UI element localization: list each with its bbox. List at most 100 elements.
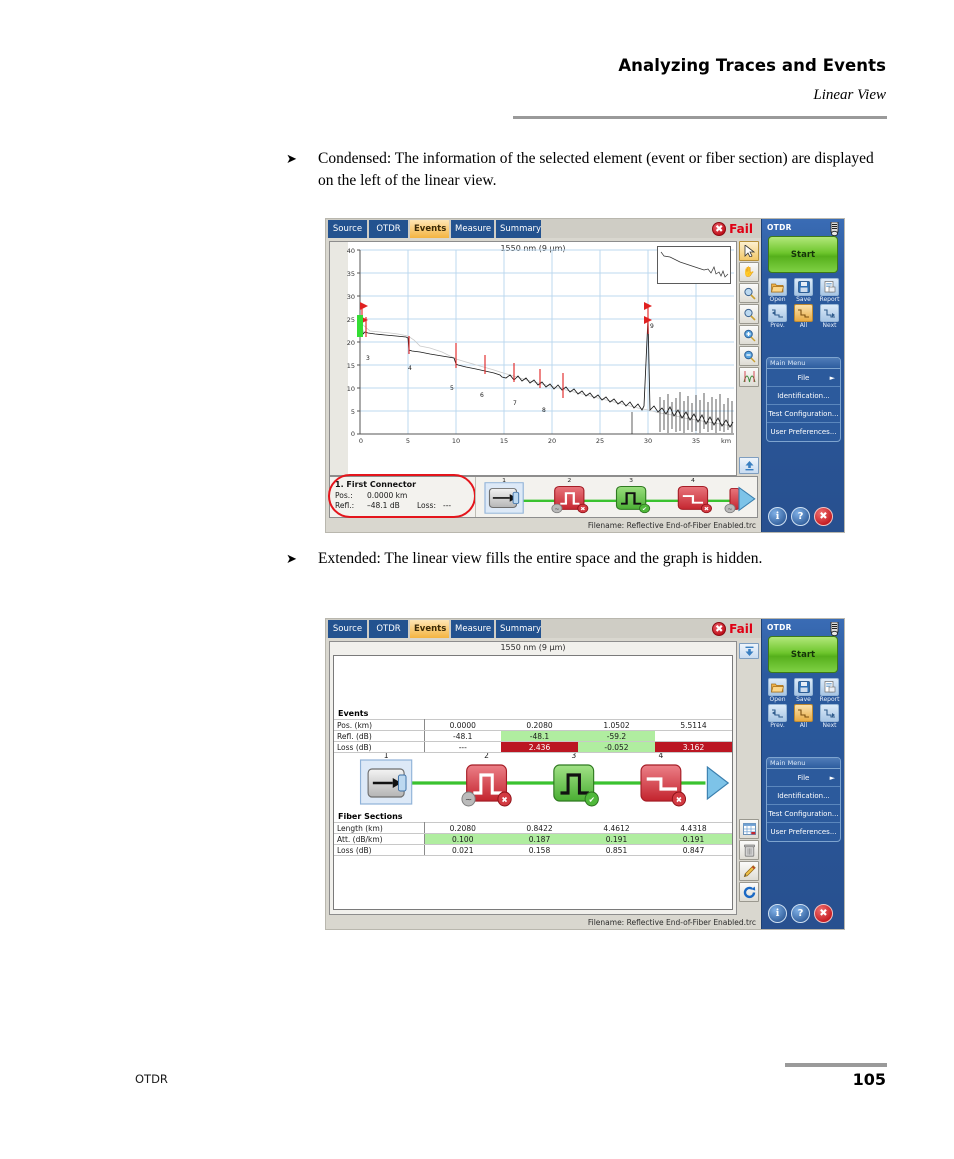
row-label-section-loss: Loss (dB) (334, 844, 425, 856)
tab-summary[interactable]: Summary (496, 620, 542, 638)
menu-item-test-configuration[interactable]: Test Configuration... (767, 805, 840, 823)
start-button[interactable]: Start (768, 236, 838, 273)
all-traces-button[interactable]: All (792, 304, 815, 329)
row-label-loss: Loss (dB) (334, 741, 425, 753)
report-button[interactable]: Report (818, 278, 841, 303)
x-circle-icon: ✖ (712, 222, 727, 236)
prev-trace-button[interactable]: Prev. (766, 304, 789, 329)
svg-text:✖: ✖ (704, 507, 709, 512)
delete-trash-icon[interactable] (739, 840, 759, 860)
markers-icon[interactable] (739, 367, 759, 387)
svg-text:5: 5 (406, 437, 410, 445)
all-label: All (799, 722, 808, 729)
report-doc-icon (820, 278, 839, 296)
zoom-in-icon[interactable] (739, 325, 759, 345)
cell-att-2: 0.187 (501, 833, 578, 845)
svg-text:0: 0 (359, 437, 363, 445)
selected-event-info: 1. First Connector Pos.: 0.0000 km Refl.… (328, 474, 476, 518)
svg-text:6: 6 (480, 392, 484, 399)
tab-source[interactable]: Source (328, 620, 368, 638)
paragraph-text: Extended: The linear view fills the enti… (318, 550, 763, 567)
tab-summary[interactable]: Summary (496, 220, 542, 238)
trace-minimap[interactable] (657, 246, 731, 284)
collapse-down-icon[interactable] (739, 643, 759, 659)
svg-text:8: 8 (542, 407, 546, 414)
row-label-reflectance: Refl. (dB) (334, 730, 425, 742)
save-button[interactable]: Save (792, 678, 815, 703)
linear-view-extended: 1550 nm (9 µm) Events Pos. (km) 0.0000 0… (329, 641, 737, 915)
svg-text:2: 2 (567, 478, 571, 483)
menu-item-identification[interactable]: Identification... (767, 387, 840, 405)
menu-item-test-configuration[interactable]: Test Configuration... (767, 405, 840, 423)
cell-pos-3: 1.0502 (578, 719, 655, 731)
info-button[interactable]: ℹ (768, 507, 787, 526)
report-label: Report (819, 696, 840, 703)
tab-otdr[interactable]: OTDR (369, 620, 409, 638)
menu-item-file[interactable]: File ► (767, 769, 840, 787)
start-button[interactable]: Start (768, 636, 838, 673)
open-button[interactable]: Open (766, 678, 789, 703)
footer-product-name: OTDR (135, 1072, 168, 1086)
otdr-trace-graph[interactable]: 1550 nm (9 µm) 40 35 30 25 20 15 10 5 0 … (329, 241, 737, 476)
open-button[interactable]: Open (766, 278, 789, 303)
menu-item-file[interactable]: File ► (767, 369, 840, 387)
prev-trace-icon (768, 304, 787, 322)
svg-text:0: 0 (351, 430, 355, 438)
event-chain-condensed[interactable]: 1 ~ ✖ 2 ✔ 3 ✖ 4 ~ (475, 477, 757, 517)
exit-button[interactable]: ✖ (814, 507, 833, 526)
report-button[interactable]: Report (818, 678, 841, 703)
main-menu-panel: Main Menu File ► Identification... Test … (766, 757, 841, 842)
svg-text:15: 15 (500, 437, 508, 445)
sidebar-icon-grid: Open Save Report Prev. All Next (766, 678, 841, 730)
svg-text:~: ~ (554, 507, 559, 512)
menu-item-file-label: File (797, 774, 810, 782)
pan-hand-icon[interactable]: ✋ (739, 262, 759, 282)
filename-status: Filename: Reflective End-of-Fiber Enable… (587, 918, 756, 927)
zoom-out-icon[interactable] (739, 346, 759, 366)
otdr-sidebar: OTDR Start Open Save Report Prev. All Ne… (761, 619, 844, 929)
menu-item-user-preferences[interactable]: User Preferences... (767, 823, 840, 841)
header-divider (513, 116, 887, 119)
status-badge: ✖ Fail (712, 220, 753, 238)
save-button[interactable]: Save (792, 278, 815, 303)
prev-trace-button[interactable]: Prev. (766, 704, 789, 729)
sidebar-title: OTDR (767, 623, 792, 632)
tab-events[interactable]: Events (410, 220, 450, 238)
wavelength-label: 1550 nm (9 µm) (500, 643, 566, 652)
help-button[interactable]: ? (791, 507, 810, 526)
row-label-length: Length (km) (334, 822, 425, 834)
help-button[interactable]: ? (791, 904, 810, 923)
tab-otdr[interactable]: OTDR (369, 220, 409, 238)
next-trace-button[interactable]: Next (818, 304, 841, 329)
save-label: Save (796, 696, 811, 703)
zoom-full-icon[interactable] (739, 304, 759, 324)
tab-source[interactable]: Source (328, 220, 368, 238)
event-chain-extended[interactable]: 1 ~ ✖ 2 ✔ 3 ✖ 4 (334, 751, 732, 811)
cell-refl-1: -48.1 (424, 730, 501, 742)
next-trace-icon (820, 304, 839, 322)
menu-item-user-preferences[interactable]: User Preferences... (767, 423, 840, 441)
exit-button[interactable]: ✖ (814, 904, 833, 923)
menu-item-identification[interactable]: Identification... (767, 787, 840, 805)
page-subtitle: Linear View (813, 87, 886, 103)
info-button[interactable]: ℹ (768, 904, 787, 923)
tab-events[interactable]: Events (410, 620, 450, 638)
svg-text:km: km (721, 437, 731, 445)
sidebar-icon-row-2: Prev. All Next (766, 304, 841, 329)
linear-view-strip: 1. First Connector Pos.: 0.0000 km Refl.… (328, 474, 758, 518)
next-trace-button[interactable]: Next (818, 704, 841, 729)
loss-value: --- (443, 501, 452, 510)
tab-measure[interactable]: Measure (451, 220, 495, 238)
all-traces-button[interactable]: All (792, 704, 815, 729)
cursor-arrow-icon[interactable] (739, 241, 759, 261)
svg-text:30: 30 (644, 437, 652, 445)
edit-pencil-icon[interactable] (739, 861, 759, 881)
refresh-icon[interactable] (739, 882, 759, 902)
expand-up-icon[interactable] (739, 457, 759, 474)
zoom-region-icon[interactable] (739, 283, 759, 303)
table-view-icon[interactable] (739, 819, 759, 839)
graph-toolbar: ✋ (739, 241, 759, 388)
menu-item-file-label: File (797, 374, 810, 382)
otdr-main-area: Source OTDR Events Measure Summary ✖ Fai… (326, 219, 761, 532)
tab-measure[interactable]: Measure (451, 620, 495, 638)
